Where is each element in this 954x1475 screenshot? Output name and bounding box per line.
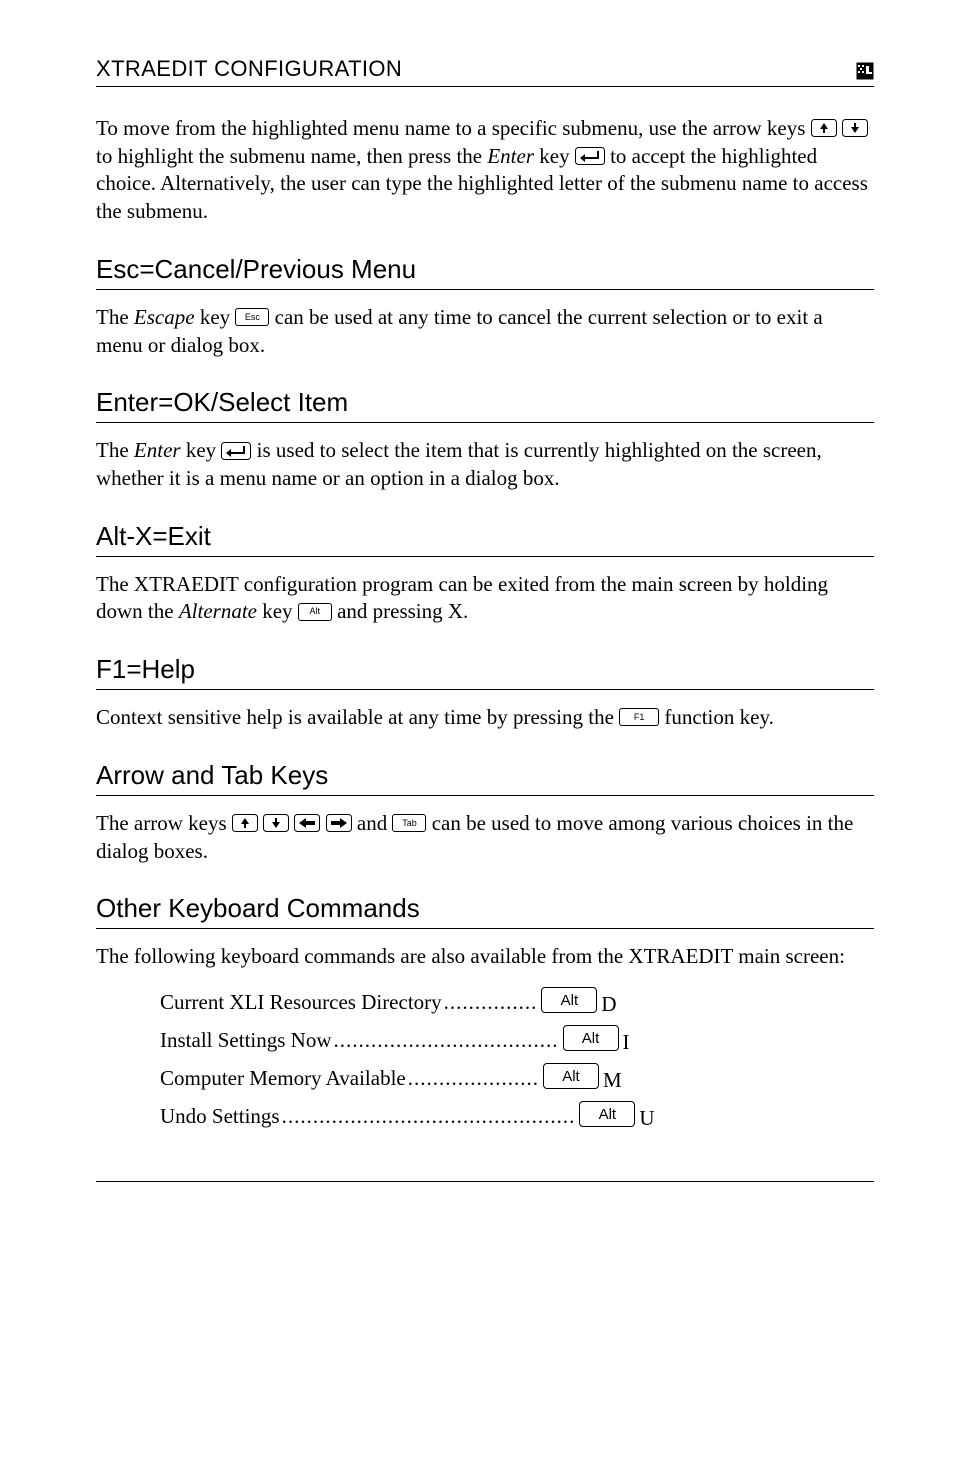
- section-head-f1: F1=Help: [96, 654, 874, 685]
- text-italic: Enter: [134, 438, 181, 462]
- section-head-arrows: Arrow and Tab Keys: [96, 760, 874, 791]
- section-rule: [96, 928, 874, 929]
- page: XTRAEDIT CONFIGURATION To move from the …: [0, 0, 954, 1254]
- shortcut-key: Alt I: [563, 1027, 630, 1053]
- esc-paragraph: The Escape key Esc can be used at any ti…: [96, 304, 874, 359]
- text: key: [200, 305, 236, 329]
- intro-paragraph: To move from the highlighted menu name t…: [96, 115, 874, 226]
- text: and: [357, 811, 393, 835]
- text: The: [96, 305, 134, 329]
- section-head-esc: Esc=Cancel/Previous Menu: [96, 254, 874, 285]
- text: function key.: [664, 705, 773, 729]
- section-head-altx: Alt-X=Exit: [96, 521, 874, 552]
- shortcut-dots: ........................................…: [282, 1104, 576, 1129]
- text: To move from the highlighted menu name t…: [96, 116, 811, 140]
- text: Context sensitive help is available at a…: [96, 705, 619, 729]
- alt-keycap-icon: Alt: [298, 603, 332, 621]
- alt-keycap-icon: Alt: [543, 1063, 599, 1089]
- text: key: [539, 144, 575, 168]
- shortcut-key: Alt M: [543, 1065, 622, 1091]
- arrow-up-keycap-icon: [232, 814, 258, 832]
- section-rule: [96, 422, 874, 423]
- footer-rule: [96, 1181, 874, 1182]
- enter-paragraph: The Enter key is used to select the item…: [96, 437, 874, 492]
- section-head-other: Other Keyboard Commands: [96, 893, 874, 924]
- shortcut-row: Current XLI Resources Directory ........…: [160, 989, 874, 1015]
- alt-keycap-icon: Alt: [579, 1101, 635, 1127]
- section-head-enter: Enter=OK/Select Item: [96, 387, 874, 418]
- enter-keycap-icon: [221, 442, 251, 460]
- shortcut-key: Alt D: [541, 989, 616, 1015]
- text: The: [96, 438, 134, 462]
- shortcut-dots: ....................................: [334, 1028, 559, 1053]
- arrows-paragraph: The arrow keys and Tab can be used to mo…: [96, 810, 874, 865]
- shortcut-key: Alt U: [579, 1103, 654, 1129]
- shortcut-letter: U: [639, 1106, 654, 1131]
- shortcut-row: Computer Memory Available ..............…: [160, 1065, 874, 1091]
- shortcut-letter: M: [603, 1068, 622, 1093]
- alt-keycap-icon: Alt: [563, 1025, 619, 1051]
- text-italic: Escape: [134, 305, 195, 329]
- text: and pressing X.: [337, 599, 468, 623]
- f1-keycap-icon: F1: [619, 708, 659, 726]
- text: key: [186, 438, 222, 462]
- shortcut-dots: .....................: [408, 1066, 539, 1091]
- shortcut-list: Current XLI Resources Directory ........…: [160, 989, 874, 1129]
- shortcut-dots: ...............: [444, 990, 538, 1015]
- shortcut-label: Install Settings Now: [160, 1028, 332, 1053]
- shortcut-letter: D: [601, 992, 616, 1017]
- arrow-left-keycap-icon: [294, 814, 320, 832]
- tab-keycap-icon: Tab: [392, 814, 426, 832]
- shortcut-label: Computer Memory Available: [160, 1066, 406, 1091]
- page-logo-icon: [856, 62, 874, 80]
- shortcut-row: Undo Settings ..........................…: [160, 1103, 874, 1129]
- altx-paragraph: The XTRAEDIT configuration program can b…: [96, 571, 874, 626]
- text: key: [262, 599, 298, 623]
- shortcut-label: Undo Settings: [160, 1104, 280, 1129]
- shortcut-letter: I: [623, 1030, 630, 1055]
- arrow-up-keycap-icon: [811, 119, 837, 137]
- text-italic: Alternate: [179, 599, 257, 623]
- section-rule: [96, 689, 874, 690]
- running-head-title: XTRAEDIT CONFIGURATION: [96, 56, 402, 82]
- alt-keycap-icon: Alt: [541, 987, 597, 1013]
- running-head: XTRAEDIT CONFIGURATION: [96, 56, 874, 87]
- section-rule: [96, 289, 874, 290]
- arrow-down-keycap-icon: [263, 814, 289, 832]
- text: to highlight the submenu name, then pres…: [96, 144, 487, 168]
- shortcut-label: Current XLI Resources Directory: [160, 990, 442, 1015]
- f1-paragraph: Context sensitive help is available at a…: [96, 704, 874, 732]
- other-intro: The following keyboard commands are also…: [96, 943, 874, 971]
- enter-keycap-icon: [575, 147, 605, 165]
- esc-keycap-icon: Esc: [235, 308, 269, 326]
- shortcut-row: Install Settings Now ...................…: [160, 1027, 874, 1053]
- text-italic: Enter: [487, 144, 534, 168]
- section-rule: [96, 795, 874, 796]
- arrow-down-keycap-icon: [842, 119, 868, 137]
- text: The arrow keys: [96, 811, 232, 835]
- section-rule: [96, 556, 874, 557]
- arrow-right-keycap-icon: [326, 814, 352, 832]
